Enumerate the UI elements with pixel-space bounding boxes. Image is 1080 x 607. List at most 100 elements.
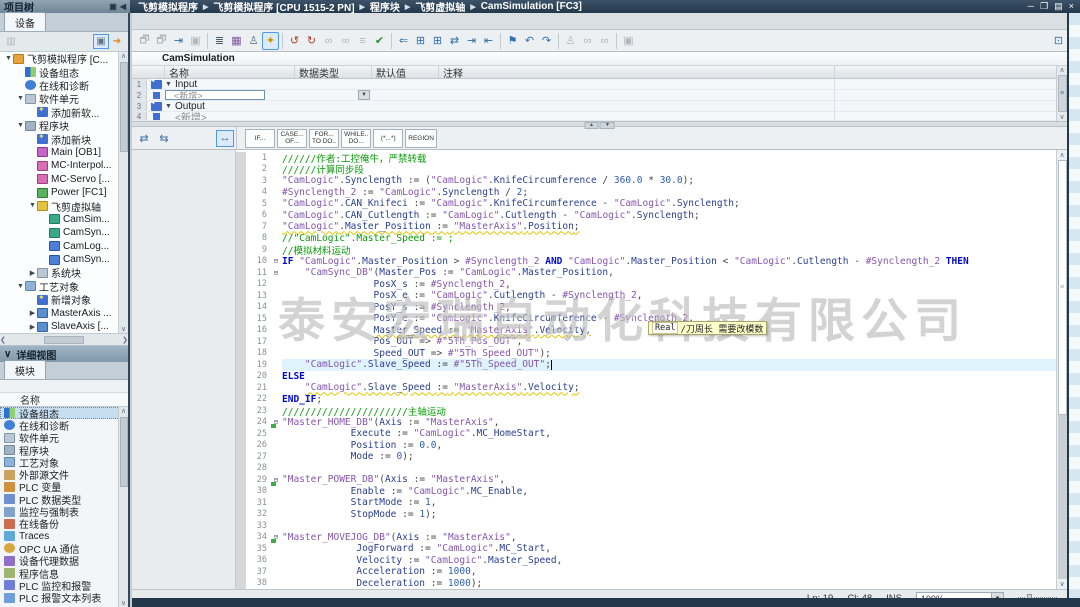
expander-icon[interactable]: ▼ xyxy=(16,95,25,102)
snippet-button[interactable]: FOR... TO DO.. xyxy=(309,129,339,148)
scroll-thumb[interactable]: ≡ xyxy=(1058,160,1067,415)
minimize-icon[interactable]: ─ xyxy=(1028,1,1034,12)
collapse-left-icon[interactable]: ◀ xyxy=(120,2,126,11)
fold-icon[interactable]: ⊟ xyxy=(270,476,282,484)
breadcrumb-item[interactable]: 飞剪模拟程序 [CPU 1515-2 PN] xyxy=(213,0,354,14)
tree-item[interactable]: ▶SlaveAxis [... xyxy=(0,320,128,333)
column-view-icon[interactable]: ▣ xyxy=(93,34,109,49)
tree-item[interactable]: ▼软件单元 xyxy=(0,92,128,105)
expander-icon[interactable]: ▼ xyxy=(165,81,172,88)
user-icon[interactable]: ♙ xyxy=(245,32,262,50)
code-line[interactable]: 2//////计算同步段 xyxy=(236,164,1056,176)
code-line[interactable]: 33 xyxy=(236,520,1056,532)
update-calls-icon[interactable]: ♙ xyxy=(562,32,579,50)
compare-alt-icon[interactable]: ∞ xyxy=(596,32,613,50)
tree-item[interactable]: 在线和诊断 xyxy=(0,79,128,92)
expand-all-icon[interactable]: ↔ xyxy=(216,130,234,147)
code-line[interactable]: 16 Master_Speed := "MasterAxis".Velocity… xyxy=(236,325,1056,337)
new-variable-input[interactable]: <新增> xyxy=(165,90,265,100)
code-line[interactable]: 6"CamLogic".CAN_Cutlength := "CamLogic".… xyxy=(236,210,1056,222)
scroll-thumb[interactable] xyxy=(44,336,84,344)
expander-icon[interactable]: ▶ xyxy=(28,323,37,331)
open-block-alt-icon[interactable]: 🗗 xyxy=(153,32,170,50)
close-icon[interactable]: × xyxy=(1069,1,1074,12)
expander-icon[interactable]: ▼ xyxy=(16,122,25,129)
code-line[interactable]: 13 PosX_e := "CamLogic".Cutlength - #Syn… xyxy=(236,290,1056,302)
interface-row[interactable]: 3▼Output xyxy=(132,101,1067,112)
menu-icon[interactable]: ▤ xyxy=(1054,1,1063,12)
code-scrollbar[interactable]: ∧ ≡ ∨ xyxy=(1056,150,1067,589)
code-line[interactable]: 37 Acceleration := 1000, xyxy=(236,566,1056,578)
tree-item[interactable]: Power [FC1] xyxy=(0,186,128,199)
goto-prev-icon[interactable]: ⇆ xyxy=(156,131,172,146)
snippet-button[interactable]: (*...*) xyxy=(373,129,403,148)
code-line[interactable]: 7"CamLogic".Master_Position := "MasterAx… xyxy=(236,221,1056,233)
code-line[interactable]: 3"CamLogic".Synclength := ("CamLogic".Kn… xyxy=(236,175,1056,187)
detail-scrollbar[interactable]: ∧ ∨ xyxy=(118,407,128,607)
scroll-down-icon[interactable]: ∨ xyxy=(121,325,126,333)
expander-icon[interactable]: ▼ xyxy=(165,103,172,110)
code-line[interactable]: 30 Enable := "CamLogic".MC_Enable, xyxy=(236,486,1056,498)
code-line[interactable]: 32 StopMode := 1); xyxy=(236,509,1056,521)
scroll-up-icon[interactable]: ∧ xyxy=(121,407,126,415)
snapshot-icon[interactable]: ▣ xyxy=(187,32,204,50)
detail-list-item[interactable]: 在线备份 xyxy=(0,518,128,530)
scroll-thumb[interactable]: ≡ xyxy=(1058,75,1067,112)
outdent-icon[interactable]: ⇤ xyxy=(480,32,497,50)
open-in-new-icon[interactable]: ➔ xyxy=(109,34,125,49)
tree-item[interactable]: ▶MasterAxis ... xyxy=(0,306,128,319)
scl-code-area[interactable]: 1//////作者:工控俺牛，严禁转载2//////计算同步段3"CamLogi… xyxy=(236,150,1056,589)
expander-icon[interactable]: ▼ xyxy=(28,202,37,209)
tree-item[interactable]: CamSyn... xyxy=(0,253,128,266)
scroll-up-icon[interactable]: ∧ xyxy=(121,52,126,60)
pin-icon[interactable]: ▣ xyxy=(109,2,117,11)
breadcrumb-item[interactable]: 飞剪虚拟轴 xyxy=(415,0,465,14)
code-line[interactable]: 17 Pos_OUT => #"5Th_Pos_OUT", xyxy=(236,336,1056,348)
code-line[interactable]: 21 "CamLogic".Slave_Speed := "MasterAxis… xyxy=(236,382,1056,394)
splitter-down-icon[interactable]: ▼ xyxy=(600,122,615,129)
code-line[interactable]: 27 Mode := 0); xyxy=(236,451,1056,463)
list-icon[interactable]: ≡ xyxy=(354,32,371,50)
tree-item[interactable]: MC-Interpol... xyxy=(0,159,128,172)
tree-item[interactable]: ▼飞剪虚拟轴 xyxy=(0,199,128,212)
interface-row[interactable]: 1▼Input xyxy=(132,79,1067,90)
compile-icon[interactable]: ✔ xyxy=(371,32,388,50)
fold-icon[interactable]: ⊟ xyxy=(270,269,282,277)
code-line[interactable]: 23//////////////////////主轴运动 xyxy=(236,405,1056,417)
code-line[interactable]: 11⊟ "CamSync_DB"(Master_Pos := "CamLogic… xyxy=(236,267,1056,279)
tab-devices[interactable]: 设备 xyxy=(4,12,46,31)
column-header[interactable]: 数据类型 xyxy=(295,66,372,78)
fold-icon[interactable]: ⊟ xyxy=(270,418,282,426)
code-line[interactable]: 26 Position := 0.0, xyxy=(236,440,1056,452)
code-line[interactable]: 15 PosY_e := "CamLogic".KnifeCircumferen… xyxy=(236,313,1056,325)
splitter-up-icon[interactable]: ▲ xyxy=(584,122,599,129)
prev-bookmark-icon[interactable]: ↶ xyxy=(521,32,538,50)
lock-icon[interactable]: ▣ xyxy=(620,32,637,50)
keep-actual-values-icon[interactable]: ⇥ xyxy=(170,32,187,50)
open-block-icon[interactable]: 🗗 xyxy=(136,32,153,50)
scroll-right-icon[interactable]: ❯ xyxy=(122,336,128,344)
compare-icon[interactable]: ∞ xyxy=(579,32,596,50)
glasses-alt-icon[interactable]: ∞ xyxy=(337,32,354,50)
code-line[interactable]: 9//模拟材料运动 xyxy=(236,244,1056,256)
scroll-left-icon[interactable]: ❮ xyxy=(0,336,6,344)
next-bookmark-icon[interactable]: ↷ xyxy=(538,32,555,50)
code-line[interactable]: 10⊟IF "CamLogic".Master_Position > #Sync… xyxy=(236,256,1056,268)
column-header[interactable]: 注释 xyxy=(439,66,835,78)
expander-icon[interactable]: ▶ xyxy=(28,269,37,277)
expander-icon[interactable]: ▶ xyxy=(28,309,37,317)
scroll-thumb[interactable] xyxy=(120,62,128,152)
code-line[interactable]: 28 xyxy=(236,463,1056,475)
column-header[interactable]: 名称 xyxy=(165,66,295,78)
code-line[interactable]: 31 StartMode := 1, xyxy=(236,497,1056,509)
breadcrumb-item[interactable]: 飞剪模拟程序 xyxy=(138,0,198,14)
tree-item[interactable]: ▼工艺对象 xyxy=(0,280,128,293)
scroll-up-icon[interactable]: ∧ xyxy=(1059,66,1064,74)
code-line[interactable]: 12 PosX_s := #Synclength_2, xyxy=(236,279,1056,291)
code-line[interactable]: 18 Speed_OUT => #"5Th_Speed_OUT"); xyxy=(236,348,1056,360)
expander-icon[interactable]: ▼ xyxy=(16,283,25,290)
glasses-icon[interactable]: ∞ xyxy=(320,32,337,50)
tree-item[interactable]: CamLog... xyxy=(0,239,128,252)
column-header[interactable]: 默认值 xyxy=(372,66,439,78)
code-line[interactable]: 25 Execute := "CamLogic".MC_HomeStart, xyxy=(236,428,1056,440)
